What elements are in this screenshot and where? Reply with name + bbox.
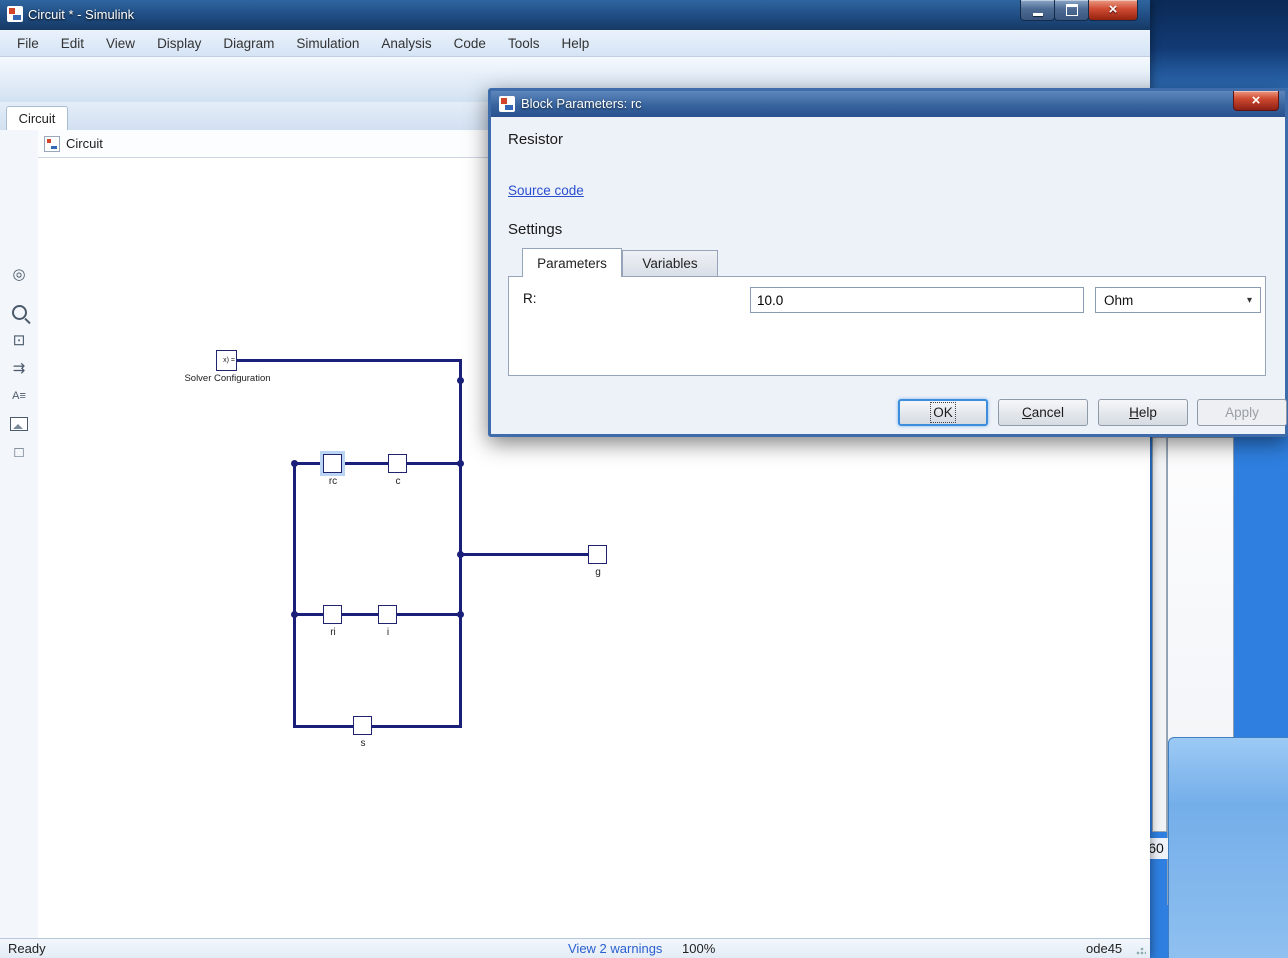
block-ri-label: ri xyxy=(313,627,353,638)
block-i-label: i xyxy=(368,627,408,638)
zoom-level: 100% xyxy=(682,939,715,958)
menu-diagram[interactable]: Diagram xyxy=(212,33,285,54)
block-g[interactable] xyxy=(588,545,607,564)
dialog-app-icon xyxy=(499,96,515,112)
wire[interactable] xyxy=(459,553,590,556)
close-icon: × xyxy=(1109,1,1118,19)
tab-parameters[interactable]: Parameters xyxy=(522,248,622,277)
solver-configuration-block[interactable]: x) = xyxy=(216,350,237,371)
block-rc-label: rc xyxy=(313,476,353,487)
wire[interactable] xyxy=(293,725,462,728)
window-title: Circuit * - Simulink xyxy=(28,0,134,30)
maximize-button[interactable] xyxy=(1054,0,1089,21)
image-icon[interactable] xyxy=(7,412,31,436)
junction-dot xyxy=(457,377,464,384)
source-code-link[interactable]: Source code xyxy=(508,183,584,198)
menu-file[interactable]: File xyxy=(6,33,50,54)
zoom-icon[interactable] xyxy=(7,300,31,324)
solver-name: ode45 xyxy=(1086,939,1122,958)
junction-dot xyxy=(457,551,464,558)
status-ready: Ready xyxy=(8,939,46,958)
block-s-label: s xyxy=(343,738,383,749)
menu-tools[interactable]: Tools xyxy=(497,33,551,54)
settings-heading: Settings xyxy=(508,221,562,238)
ok-button[interactable]: OK xyxy=(898,399,988,426)
model-browser-icon[interactable]: ◎ xyxy=(7,262,31,286)
menu-display[interactable]: Display xyxy=(146,33,212,54)
background-window-scrollbar[interactable] xyxy=(1152,437,1167,832)
background-window-top xyxy=(1145,0,1288,88)
block-s[interactable] xyxy=(353,716,372,735)
minimize-button[interactable] xyxy=(1020,0,1055,21)
menu-analysis[interactable]: Analysis xyxy=(370,33,442,54)
param-unit-select[interactable]: Ohm ▾ xyxy=(1095,287,1261,313)
unit-caret-icon: ▾ xyxy=(1247,295,1252,306)
help-button[interactable]: Help xyxy=(1098,399,1188,426)
block-ri[interactable] xyxy=(323,605,342,624)
menu-help[interactable]: Help xyxy=(550,33,600,54)
block-i[interactable] xyxy=(378,605,397,624)
menu-code[interactable]: Code xyxy=(443,33,497,54)
cancel-button[interactable]: Cancel xyxy=(998,399,1088,426)
junction-dot xyxy=(291,611,298,618)
warnings-link[interactable]: View 2 warnings xyxy=(568,939,662,958)
block-c-label: c xyxy=(378,476,418,487)
block-g-label: g xyxy=(578,567,618,578)
junction-dot xyxy=(457,611,464,618)
annotation-icon[interactable]: A≡ xyxy=(7,384,31,408)
model-icon xyxy=(44,136,60,152)
wire[interactable] xyxy=(293,462,462,465)
dialog-title: Block Parameters: rc xyxy=(521,91,642,117)
tab-circuit[interactable]: Circuit xyxy=(6,106,68,130)
dialog-close-button[interactable]: × xyxy=(1233,91,1279,111)
solver-configuration-label: Solver Configuration xyxy=(170,373,285,384)
menu-view[interactable]: View xyxy=(95,33,146,54)
wire[interactable] xyxy=(293,462,296,728)
titlebar[interactable]: Circuit * - Simulink xyxy=(0,0,1150,30)
param-r-label: R: xyxy=(523,291,537,306)
block-type-heading: Resistor xyxy=(508,131,563,148)
wire[interactable] xyxy=(459,359,462,728)
area-icon[interactable]: □ xyxy=(7,440,31,464)
dialog-close-icon: × xyxy=(1252,92,1261,109)
junction-dot xyxy=(291,460,298,467)
wire[interactable] xyxy=(237,359,461,362)
apply-button: Apply xyxy=(1197,399,1287,426)
dialog-titlebar[interactable]: Block Parameters: rc xyxy=(491,91,1285,117)
menu-simulation[interactable]: Simulation xyxy=(285,33,370,54)
param-r-input[interactable] xyxy=(750,287,1084,313)
statusbar: Ready View 2 warnings 100% ode45 xyxy=(0,938,1150,958)
pan-icon[interactable]: ⇉ xyxy=(7,356,31,380)
minimize-icon xyxy=(1033,13,1043,16)
maximize-icon xyxy=(1066,4,1078,16)
tab-variables[interactable]: Variables xyxy=(622,250,718,277)
screen: 60 Circuit * - Simulink × File Edit View… xyxy=(0,0,1288,958)
resize-grip-icon[interactable] xyxy=(1136,945,1146,955)
param-unit-value: Ohm xyxy=(1104,293,1133,308)
breadcrumb-label: Circuit xyxy=(66,136,103,151)
block-rc[interactable] xyxy=(323,454,342,473)
block-parameters-dialog: Block Parameters: rc × Resistor Source c… xyxy=(488,88,1288,437)
menu-edit[interactable]: Edit xyxy=(50,33,95,54)
menubar: File Edit View Display Diagram Simulatio… xyxy=(0,30,1150,57)
fit-to-view-icon[interactable]: ⊡ xyxy=(7,328,31,352)
close-button[interactable]: × xyxy=(1088,0,1138,21)
block-c[interactable] xyxy=(388,454,407,473)
junction-dot xyxy=(457,460,464,467)
background-window-bottom xyxy=(1168,737,1288,958)
palette-toolbar: ◎ ⊡ ⇉ A≡ □ ◉ » xyxy=(0,130,39,938)
simulink-app-icon xyxy=(7,6,23,22)
